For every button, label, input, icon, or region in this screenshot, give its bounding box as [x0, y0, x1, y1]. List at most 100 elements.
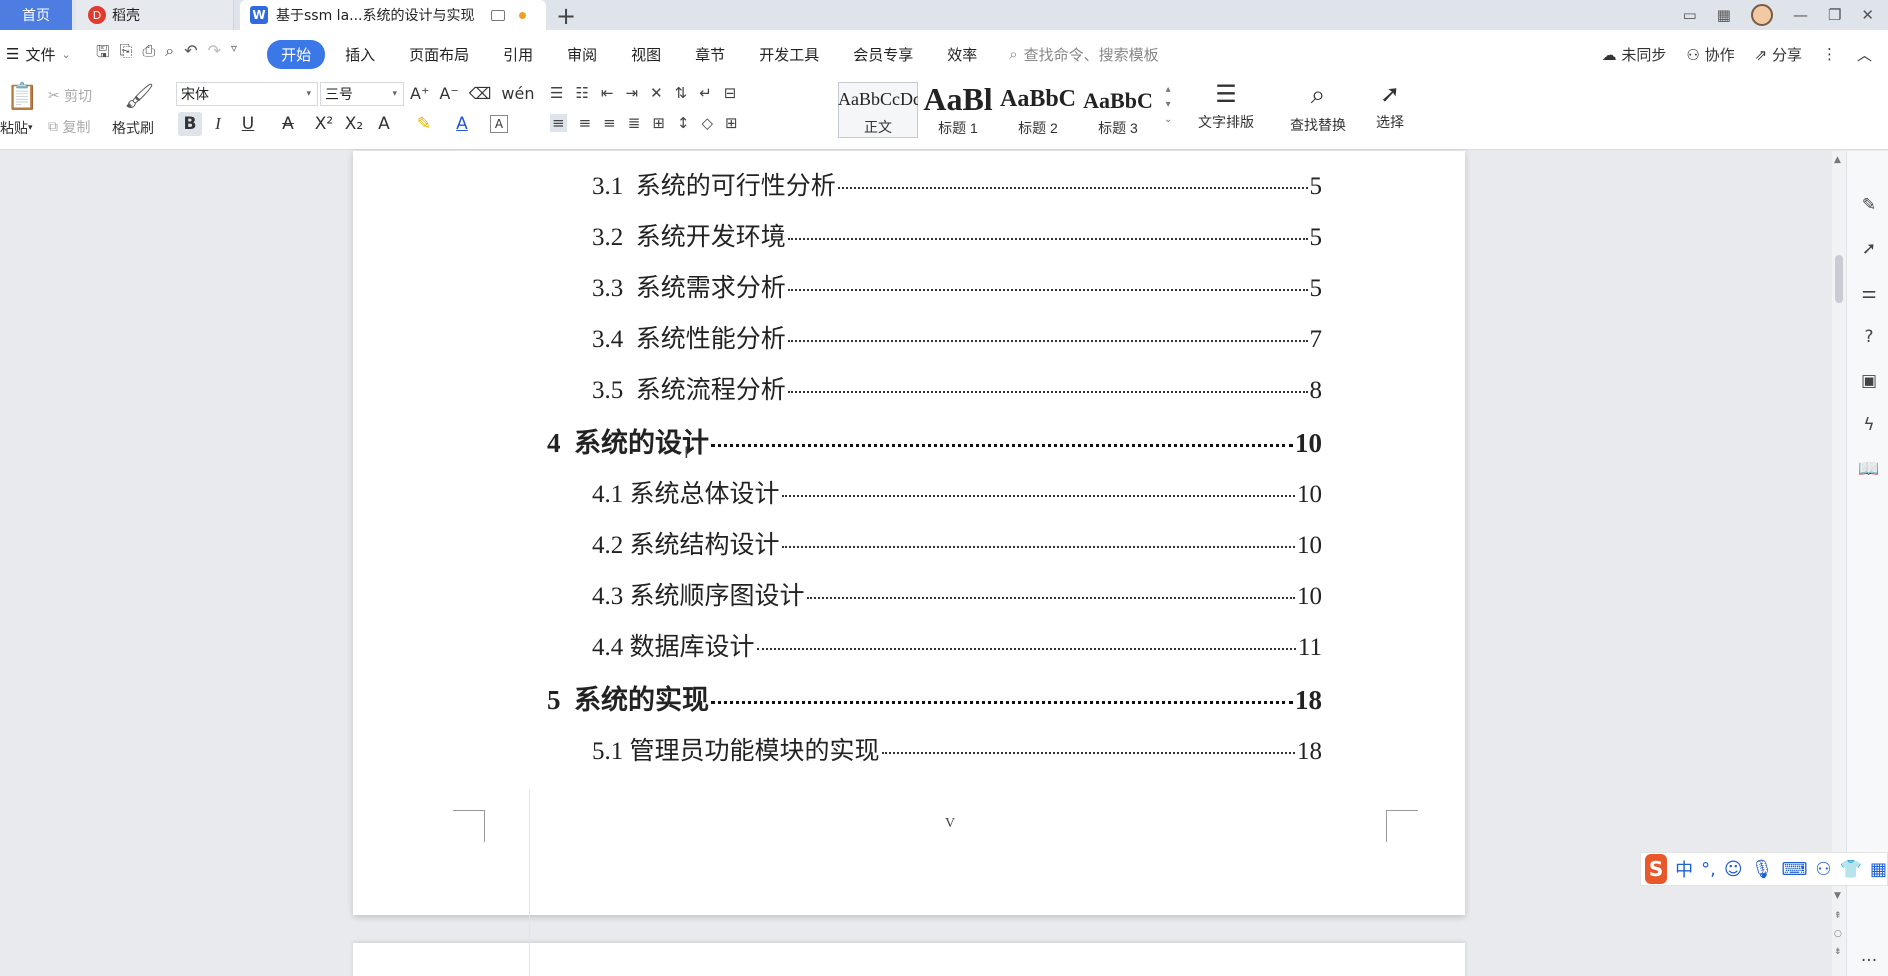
italic-button[interactable]: I — [206, 112, 230, 136]
strikethrough-button[interactable]: A — [276, 112, 300, 136]
toc-entry[interactable]: 3.3 系统需求分析 5 — [592, 268, 1322, 304]
emoji-icon[interactable]: ☺ — [1724, 859, 1743, 880]
paste-icon[interactable]: 📋 — [6, 82, 38, 112]
screen-icon[interactable] — [490, 9, 505, 21]
copy-button[interactable]: ⧉ 复制 — [48, 117, 90, 137]
tab-home-ribbon[interactable]: 开始 — [267, 39, 326, 69]
font-color-button[interactable]: A — [450, 112, 474, 136]
find-replace-button[interactable]: ⌕ 查找替换 — [1290, 80, 1346, 135]
tab-section[interactable]: 章节 — [681, 40, 739, 69]
select-button[interactable]: ➚ 选择 — [1376, 80, 1404, 132]
toc-entry[interactable]: 3.1 系统的可行性分析 5 — [592, 166, 1322, 202]
collaborate-button[interactable]: ⚇ 协作 — [1686, 44, 1734, 65]
align-right-icon[interactable]: ≡ — [603, 114, 616, 132]
book-search-icon[interactable]: 📖 — [1858, 459, 1879, 479]
show-marks-icon[interactable]: ↵ — [699, 84, 712, 102]
tab-document[interactable]: W 基于ssm la...系统的设计与实现 — [240, 0, 546, 30]
justify-icon[interactable]: ≣ — [628, 114, 641, 132]
tab-references[interactable]: 引用 — [489, 40, 547, 69]
highlight-icon[interactable]: ✎ — [412, 112, 436, 136]
align-left-icon[interactable]: ≡ — [550, 114, 567, 132]
paste-button[interactable]: 粘贴 ▾ — [0, 118, 33, 138]
tab-efficiency[interactable]: 效率 — [933, 40, 991, 69]
tab-member[interactable]: 会员专享 — [839, 40, 927, 69]
pen-icon[interactable]: ✎ — [1859, 195, 1879, 215]
distributed-icon[interactable]: ⊞ — [652, 114, 665, 132]
toc-entry[interactable]: 4.4 数据库设计 11 — [592, 627, 1322, 663]
increase-indent-icon[interactable]: ⇥ — [625, 84, 638, 102]
print-preview-icon[interactable]: ⌕ — [165, 41, 174, 68]
scroll-down-icon[interactable]: ▼ — [1834, 891, 1841, 901]
grid-apps-icon[interactable]: ▦ — [1717, 6, 1731, 24]
close-button[interactable]: ✕ — [1861, 6, 1874, 24]
toc-entry[interactable]: 5.1 管理员功能模块的实现 18 — [592, 731, 1322, 767]
bullet-list-icon[interactable]: ☰ — [550, 84, 563, 102]
prev-page-icon[interactable]: ⇞ — [1834, 911, 1842, 921]
minimize-button[interactable]: — — [1793, 6, 1808, 24]
avatar[interactable] — [1750, 4, 1773, 26]
layout-icon[interactable]: ▭ — [1683, 6, 1697, 24]
command-search[interactable]: ⌕ 查找命令、搜索模板 — [1009, 44, 1158, 65]
next-page-icon[interactable]: ⇟ — [1834, 947, 1842, 957]
scrollbar-thumb[interactable] — [1835, 255, 1843, 303]
styles-scroll[interactable]: ▴ ▾ ⌄ — [1164, 84, 1172, 125]
print-icon[interactable]: ⎙ — [142, 41, 155, 68]
tab-developer[interactable]: 开发工具 — [745, 40, 833, 69]
grow-font-icon[interactable]: A⁺ — [410, 84, 429, 103]
text-effect-button[interactable]: A — [372, 112, 396, 136]
style-heading-3[interactable]: AaBbC 标题 3 — [1078, 82, 1158, 138]
toc-entry[interactable]: 4.2 系统结构设计 10 — [592, 525, 1322, 561]
scroll-up-icon[interactable]: ▲ — [1834, 155, 1841, 165]
toc-chapter-entry[interactable]: 5 系统的实现 18 — [547, 678, 1322, 717]
customize-icon[interactable]: ▿ — [231, 41, 237, 68]
borders-icon[interactable]: ⊞ — [725, 114, 738, 132]
help-icon[interactable]: ? — [1859, 327, 1879, 347]
phonetic-icon[interactable]: wén — [501, 84, 534, 103]
tab-daoke[interactable]: D 稻壳 — [76, 0, 234, 30]
toolbox-icon[interactable]: ▦ — [1870, 859, 1887, 880]
select-browse-icon[interactable]: ○ — [1834, 929, 1842, 939]
more-dots-icon[interactable]: ··· — [1859, 951, 1879, 971]
font-size-select[interactable]: 三号 ▾ — [320, 82, 404, 106]
toc-entry[interactable]: 3.4 系统性能分析 7 — [592, 319, 1322, 355]
style-heading-2[interactable]: AaBbC 标题 2 — [998, 82, 1078, 138]
microphone-icon[interactable]: 🎙 — [1751, 859, 1774, 880]
numbered-list-icon[interactable]: ☷ — [575, 84, 588, 102]
tab-ruler-icon[interactable]: ⊟ — [724, 84, 737, 102]
user-settings-icon[interactable]: ⚇ — [1815, 859, 1831, 880]
align-center-icon[interactable]: ≡ — [579, 114, 592, 132]
tab-page-layout[interactable]: 页面布局 — [395, 40, 483, 69]
text-layout-button[interactable]: ☰ 文字排版 — [1198, 80, 1254, 132]
ime-mode[interactable]: 中 — [1675, 856, 1693, 882]
next-document-page[interactable] — [353, 943, 1465, 976]
subscript-button[interactable]: X₂ — [342, 112, 366, 136]
underline-button[interactable]: U — [236, 112, 260, 136]
collapse-ribbon-icon[interactable]: ︿ — [1857, 44, 1872, 65]
restore-button[interactable]: ❐ — [1828, 6, 1841, 24]
file-menu[interactable]: ☰ 文件 ⌄ — [0, 44, 90, 65]
new-tab-button[interactable]: + — [556, 2, 576, 30]
image-edit-icon[interactable]: ▣ — [1859, 371, 1879, 391]
clear-format-icon[interactable]: ⌫ — [469, 84, 492, 103]
redo-icon[interactable]: ↷ — [208, 41, 221, 68]
bold-button[interactable]: B — [178, 112, 202, 136]
font-name-select[interactable]: 宋体 ▾ — [176, 82, 318, 106]
sync-button[interactable]: ☁ 未同步 — [1602, 44, 1667, 65]
chinese-layout-icon[interactable]: ✕ — [650, 84, 663, 102]
save-icon[interactable]: 🖫 — [96, 41, 110, 68]
shrink-font-icon[interactable]: A⁻ — [439, 84, 458, 103]
toc-entry[interactable]: 4.1 系统总体设计 10 — [592, 474, 1322, 510]
export-pdf-icon[interactable]: ⎘ — [120, 41, 133, 68]
toc-entry[interactable]: 3.5 系统流程分析 8 — [592, 370, 1322, 406]
sort-icon[interactable]: ⇅ — [675, 84, 688, 102]
superscript-button[interactable]: X² — [312, 112, 336, 136]
line-spacing-icon[interactable]: ↕ — [677, 114, 690, 132]
share-button[interactable]: ⇗ 分享 — [1755, 44, 1802, 65]
tab-view[interactable]: 视图 — [617, 40, 675, 69]
toc-chapter-entry[interactable]: 4 系统的设计 10 — [547, 421, 1322, 460]
decrease-indent-icon[interactable]: ⇤ — [601, 84, 614, 102]
settings-sliders-icon[interactable]: ⚌ — [1859, 283, 1879, 303]
more-icon[interactable]: ⋮ — [1822, 45, 1837, 63]
tab-review[interactable]: 审阅 — [553, 40, 611, 69]
shading-icon[interactable]: ◇ — [701, 114, 713, 132]
